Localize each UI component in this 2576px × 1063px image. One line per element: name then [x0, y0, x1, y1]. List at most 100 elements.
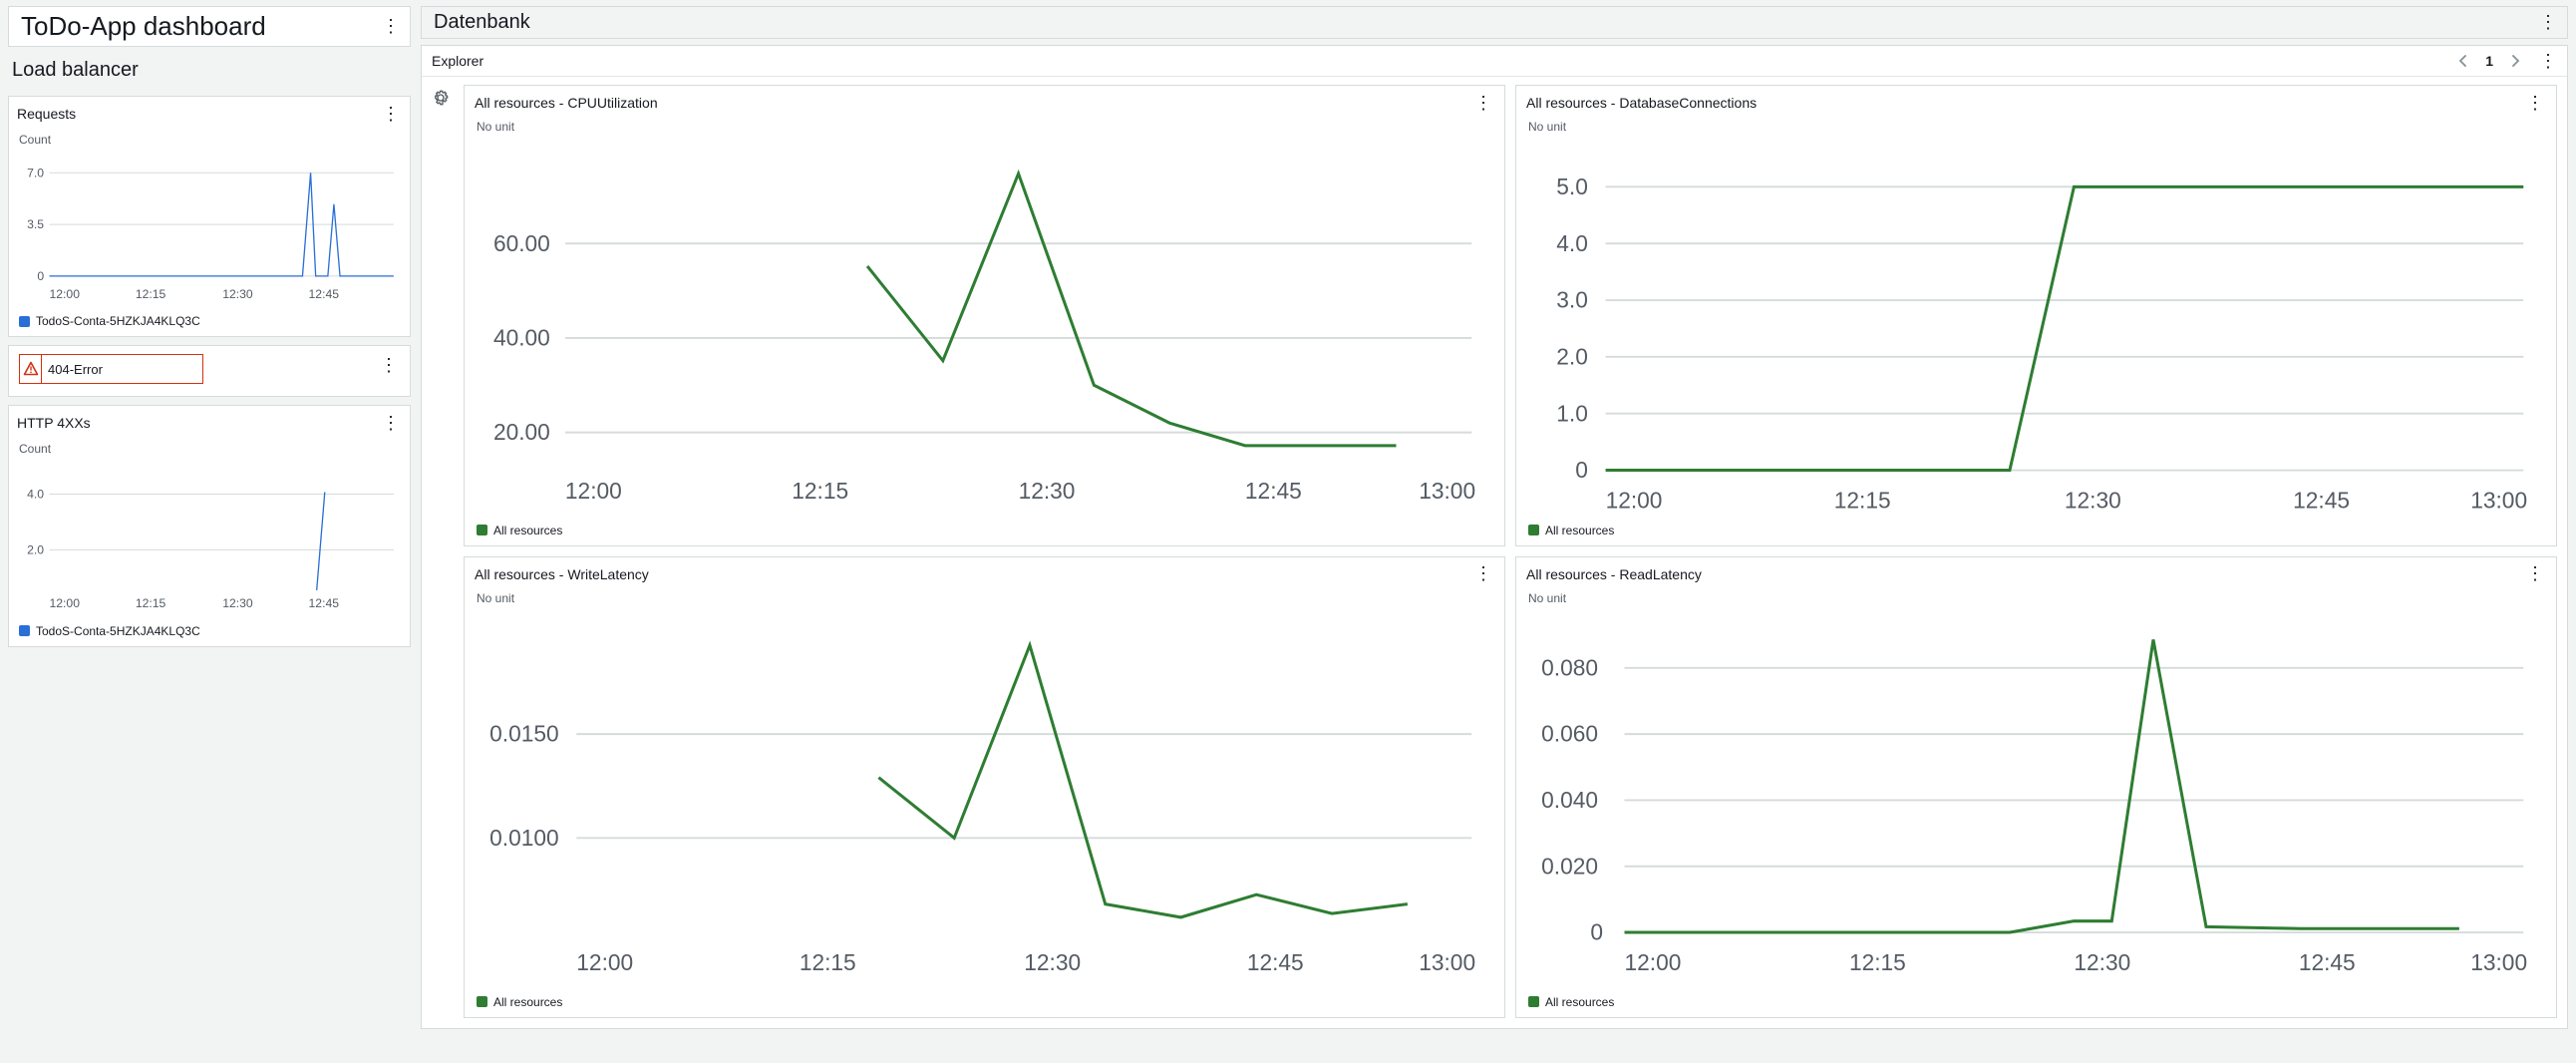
svg-text:12:45: 12:45	[2299, 949, 2356, 975]
svg-text:12:45: 12:45	[309, 287, 340, 301]
legend-label: All resources	[1545, 995, 1614, 1009]
chart-area[interactable]: 5.0 4.0 3.0 2.0 1.0 0 1	[1526, 140, 2546, 518]
chart-area[interactable]: 7.0 3.5 0 12:00 12:15 12:30 12:45	[17, 155, 402, 306]
legend-swatch-icon	[1528, 996, 1539, 1007]
chart-unit-label: No unit	[1526, 116, 2546, 138]
svg-text:12:30: 12:30	[2065, 487, 2121, 513]
widget-requests: Requests ⋮ Count 7.0 3.5 0	[8, 96, 411, 337]
chart-title: All resources - WriteLatency	[475, 566, 649, 582]
explorer-label: Explorer	[432, 53, 483, 69]
chart-legend: All resources	[475, 520, 1494, 537]
alarm-icon	[20, 355, 42, 383]
svg-text:12:15: 12:15	[1834, 487, 1891, 513]
legend-label: All resources	[493, 995, 562, 1009]
widget-menu-icon[interactable]: ⋮	[380, 412, 402, 434]
svg-text:0: 0	[1575, 457, 1588, 483]
svg-text:0: 0	[1590, 918, 1603, 944]
svg-text:0.060: 0.060	[1541, 721, 1598, 747]
widget-menu-icon[interactable]: ⋮	[378, 354, 400, 376]
chart-card-readlatency: All resources - ReadLatency ⋮ No unit	[1515, 556, 2557, 1018]
legend-label: All resources	[493, 524, 562, 537]
widget-menu-icon[interactable]: ⋮	[1472, 563, 1494, 585]
svg-text:0.0100: 0.0100	[489, 825, 559, 851]
chart-card-dbconn: All resources - DatabaseConnections ⋮ No…	[1515, 85, 2557, 546]
svg-text:0.080: 0.080	[1541, 654, 1598, 680]
svg-text:12:30: 12:30	[1024, 949, 1081, 975]
legend-label: All resources	[1545, 524, 1614, 537]
explorer-menu-icon[interactable]: ⋮	[2537, 50, 2559, 72]
chart-unit-label: Count	[17, 438, 402, 460]
legend-swatch-icon	[477, 525, 487, 535]
svg-text:12:45: 12:45	[2293, 487, 2350, 513]
chart-legend: TodoS-Conta-5HZKJA4KLQ3C	[17, 620, 402, 638]
legend-swatch-icon	[19, 316, 30, 327]
chart-unit-label: No unit	[475, 587, 1494, 609]
svg-text:0: 0	[37, 269, 44, 283]
svg-text:13:00: 13:00	[1419, 949, 1475, 975]
svg-text:3.5: 3.5	[27, 217, 44, 231]
svg-text:13:00: 13:00	[1419, 478, 1475, 504]
legend-label: TodoS-Conta-5HZKJA4KLQ3C	[36, 314, 200, 328]
svg-text:12:30: 12:30	[222, 287, 253, 301]
svg-text:12:45: 12:45	[309, 597, 340, 611]
svg-text:12:45: 12:45	[1247, 949, 1304, 975]
svg-text:12:00: 12:00	[50, 287, 81, 301]
alarm-item[interactable]: 404-Error	[19, 354, 203, 384]
widget-http4xx: HTTP 4XXs ⋮ Count 4.0 2.0	[8, 405, 411, 646]
chart-area[interactable]: 0.080 0.060 0.040 0.020 0 12:00	[1526, 611, 2546, 989]
svg-text:12:45: 12:45	[1245, 478, 1302, 504]
pager-next-button[interactable]	[2505, 51, 2525, 71]
pager-index: 1	[2485, 53, 2493, 69]
widget-menu-icon[interactable]: ⋮	[2524, 563, 2546, 585]
chart-card-writelatency: All resources - WriteLatency ⋮ No unit	[464, 556, 1505, 1018]
svg-text:12:00: 12:00	[1606, 487, 1663, 513]
chart-unit-label: Count	[17, 129, 402, 151]
svg-text:0.040: 0.040	[1541, 787, 1598, 813]
svg-text:0.020: 0.020	[1541, 853, 1598, 879]
section-title-bar-right: Datenbank ⋮	[421, 6, 2568, 39]
chart-unit-label: No unit	[475, 116, 1494, 138]
svg-text:60.00: 60.00	[493, 230, 550, 256]
svg-text:0.0150: 0.0150	[489, 721, 559, 747]
widget-menu-icon[interactable]: ⋮	[1472, 92, 1494, 114]
chart-title: HTTP 4XXs	[17, 415, 91, 431]
pager-prev-button[interactable]	[2453, 51, 2473, 71]
chart-area[interactable]: 4.0 2.0 12:00 12:15 12:30 12:45	[17, 464, 402, 615]
svg-text:12:30: 12:30	[1019, 478, 1076, 504]
alarm-label: 404-Error	[42, 362, 109, 377]
chart-card-cpu: All resources - CPUUtilization ⋮ No unit	[464, 85, 1505, 546]
dashboard-title-bar: ToDo-App dashboard ⋮	[8, 6, 411, 47]
svg-text:12:30: 12:30	[222, 597, 253, 611]
svg-text:12:30: 12:30	[2074, 949, 2130, 975]
svg-text:13:00: 13:00	[2470, 487, 2527, 513]
section-title-right: Datenbank	[434, 11, 530, 34]
dashboard-menu-icon[interactable]: ⋮	[380, 16, 402, 38]
svg-text:12:15: 12:15	[800, 949, 856, 975]
svg-text:12:15: 12:15	[792, 478, 848, 504]
svg-text:12:00: 12:00	[576, 949, 633, 975]
legend-swatch-icon	[477, 996, 487, 1007]
svg-text:1.0: 1.0	[1556, 400, 1588, 426]
chart-legend: All resources	[1526, 520, 2546, 537]
legend-swatch-icon	[19, 625, 30, 636]
gear-icon[interactable]	[430, 87, 452, 109]
legend-label: TodoS-Conta-5HZKJA4KLQ3C	[36, 624, 200, 638]
svg-text:40.00: 40.00	[493, 324, 550, 350]
chart-title: All resources - DatabaseConnections	[1526, 95, 1757, 111]
svg-text:5.0: 5.0	[1556, 174, 1588, 199]
section-menu-icon[interactable]: ⋮	[2537, 12, 2559, 34]
svg-text:12:15: 12:15	[136, 597, 166, 611]
section-title-left: Load balancer	[8, 55, 411, 88]
chart-legend: TodoS-Conta-5HZKJA4KLQ3C	[17, 310, 402, 328]
svg-text:2.0: 2.0	[27, 543, 44, 557]
chart-title: All resources - CPUUtilization	[475, 95, 658, 111]
legend-swatch-icon	[1528, 525, 1539, 535]
svg-text:12:00: 12:00	[50, 597, 81, 611]
chart-area[interactable]: 60.00 40.00 20.00 12:00 12:15 12:30	[475, 140, 1494, 518]
widget-menu-icon[interactable]: ⋮	[2524, 92, 2546, 114]
chart-title: All resources - ReadLatency	[1526, 566, 1702, 582]
widget-menu-icon[interactable]: ⋮	[380, 103, 402, 125]
svg-text:12:15: 12:15	[1849, 949, 1906, 975]
chart-area[interactable]: 0.0150 0.0100 12:00 12:15 12:30 12:45	[475, 611, 1494, 989]
dashboard-title: ToDo-App dashboard	[21, 11, 266, 42]
